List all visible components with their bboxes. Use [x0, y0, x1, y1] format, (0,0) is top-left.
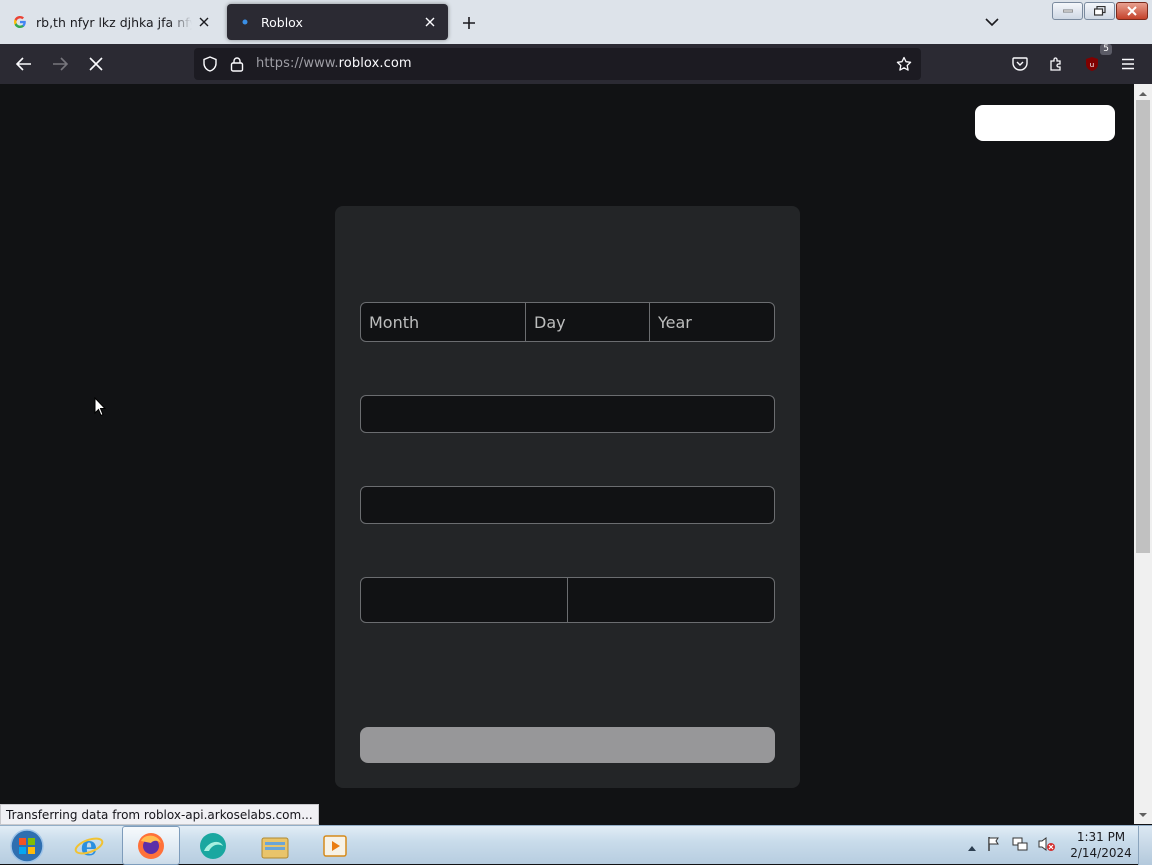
username-input[interactable]	[360, 395, 775, 433]
svg-text:u: u	[1090, 61, 1094, 69]
birthday-day-select[interactable]: Day	[526, 303, 650, 341]
browser-app-icon[interactable]	[184, 826, 242, 865]
extensions-puzzle-icon[interactable]	[1044, 52, 1068, 76]
birthday-year-select[interactable]: Year	[650, 303, 774, 341]
network-icon[interactable]	[1012, 836, 1028, 856]
system-clock[interactable]: 1:31 PM 2/14/2024	[1066, 829, 1136, 861]
volume-muted-icon[interactable]	[1038, 836, 1056, 856]
password-input[interactable]	[360, 486, 775, 524]
url-text[interactable]: https://www.roblox.com	[256, 56, 412, 71]
start-orb-icon[interactable]	[0, 826, 54, 865]
action-center-flag-icon[interactable]	[986, 836, 1002, 856]
extension-badge-count: 5	[1100, 44, 1112, 55]
scroll-up-arrow-icon[interactable]	[1138, 88, 1148, 98]
status-bar: Transferring data from roblox-api.arkose…	[0, 804, 319, 825]
clock-time: 1:31 PM	[1076, 830, 1126, 844]
close-tab-icon[interactable]	[422, 14, 438, 30]
hamburger-menu-icon[interactable]	[1116, 52, 1140, 76]
signup-button[interactable]	[360, 727, 775, 763]
signup-form-card: Month Day Year	[335, 206, 800, 788]
tab-title: Roblox	[261, 14, 303, 30]
gender-selector	[360, 577, 775, 623]
scrollbar-thumb[interactable]	[1136, 100, 1150, 553]
tracking-protection-shield-icon[interactable]	[202, 56, 218, 76]
bookmark-star-icon[interactable]	[896, 56, 912, 76]
firefox-taskbar-icon[interactable]	[122, 826, 180, 865]
url-domain: roblox.com	[338, 56, 412, 71]
page-viewport: Month Day Year	[0, 84, 1134, 824]
clock-date: 2/14/2024	[1070, 846, 1132, 860]
birthday-selector-group: Month Day Year	[360, 302, 775, 342]
forward-arrow-icon[interactable]	[48, 52, 72, 76]
lock-icon[interactable]	[230, 56, 244, 76]
new-tab-plus-icon[interactable]	[458, 12, 480, 34]
tab-strip: rb,th nfyr lkz djhka jfa nfyrc - Go Robl…	[0, 0, 1152, 44]
mouse-cursor-icon	[94, 396, 107, 421]
media-player-icon[interactable]	[306, 826, 364, 865]
restore-button[interactable]	[1084, 2, 1115, 20]
internet-explorer-icon[interactable]: e	[60, 826, 118, 865]
close-window-button[interactable]	[1116, 2, 1148, 20]
system-tray	[968, 826, 1056, 865]
loading-dot-icon	[237, 14, 253, 30]
google-icon	[12, 14, 28, 30]
scroll-down-arrow-icon[interactable]	[1138, 810, 1148, 820]
show-hidden-icons-arrow-icon[interactable]	[968, 836, 976, 855]
tab-title: rb,th nfyr lkz djhka jfa nfyrc - Go	[36, 14, 192, 30]
navigation-toolbar: https://www.roblox.com u 5	[0, 44, 1152, 84]
pocket-icon[interactable]	[1008, 52, 1032, 76]
show-desktop-button[interactable]	[1138, 826, 1152, 865]
gender-option-right[interactable]	[568, 578, 774, 622]
birthday-month-select[interactable]: Month	[361, 303, 526, 341]
minimize-button[interactable]	[1052, 2, 1083, 20]
back-arrow-icon[interactable]	[12, 52, 36, 76]
vertical-scrollbar[interactable]	[1134, 84, 1152, 824]
tab-google-search[interactable]: rb,th nfyr lkz djhka jfa nfyrc - Go	[2, 4, 222, 40]
close-tab-icon[interactable]	[196, 14, 212, 30]
list-all-tabs-chevron-icon[interactable]	[982, 12, 1002, 32]
url-prefix: https://www.	[256, 56, 339, 71]
login-button[interactable]	[975, 105, 1115, 141]
tab-roblox[interactable]: Roblox	[227, 4, 448, 40]
windows-taskbar: e 1:31 PM 2/14/2024	[0, 825, 1152, 865]
gender-option-left[interactable]	[361, 578, 568, 622]
svg-text:e: e	[81, 832, 98, 861]
stop-loading-icon[interactable]	[84, 52, 108, 76]
ublock-origin-icon[interactable]: u 5	[1080, 44, 1112, 76]
file-explorer-icon[interactable]	[246, 826, 304, 865]
window-controls	[1052, 2, 1148, 20]
address-bar[interactable]: https://www.roblox.com	[194, 48, 921, 80]
